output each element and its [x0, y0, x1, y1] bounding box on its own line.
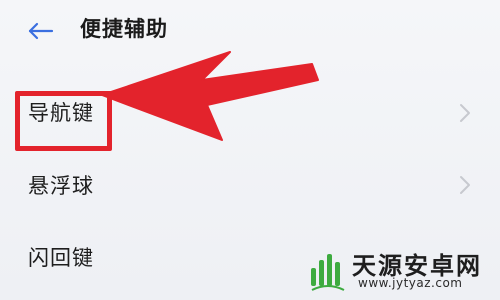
- page-title: 便捷辅助: [80, 17, 168, 41]
- watermark: 天源安卓网 www.jytyaz.com: [300, 242, 500, 300]
- list-item-floating-ball[interactable]: 悬浮球: [0, 150, 500, 220]
- chevron-right-icon: [460, 104, 470, 122]
- chevron-right-icon: [460, 176, 470, 194]
- settings-screen: 便捷辅助 导航键 悬浮球 闪回键 天源安卓网 www.jytyaz.com: [0, 0, 500, 300]
- annotation-highlight-box: [15, 91, 112, 151]
- back-button[interactable]: [22, 14, 58, 48]
- header-bar: 便捷辅助: [0, 0, 500, 62]
- list-item-label: 闪回键: [28, 246, 94, 270]
- watermark-url: www.jytyaz.com: [358, 276, 463, 290]
- site-logo-icon: [311, 254, 345, 291]
- list-item-label: 悬浮球: [28, 174, 94, 198]
- back-arrow-icon: [28, 22, 54, 40]
